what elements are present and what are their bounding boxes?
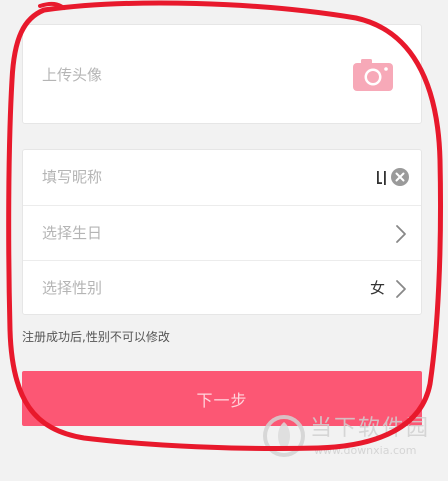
clear-icon[interactable] xyxy=(391,168,409,186)
watermark: 当下软件园 www.downxia.com xyxy=(262,412,446,460)
nickname-field[interactable]: 填写昵称 xyxy=(23,150,421,205)
nickname-placeholder: 填写昵称 xyxy=(42,168,103,186)
watermark-url: www.downxia.com xyxy=(314,444,417,457)
birthday-selector[interactable]: 选择生日 xyxy=(23,205,421,261)
chevron-right-icon xyxy=(396,280,406,298)
profile-form-card: 填写昵称 选择生日 选择性别 女 xyxy=(22,149,422,315)
avatar-upload-label: 上传头像 xyxy=(42,66,103,84)
text-cursor-icon xyxy=(377,171,386,185)
birthday-label: 选择生日 xyxy=(42,224,103,242)
watermark-logo-icon xyxy=(263,415,305,457)
gender-value: 女 xyxy=(369,279,385,297)
gender-label: 选择性别 xyxy=(42,279,103,297)
camera-icon[interactable] xyxy=(353,59,393,91)
chevron-right-icon xyxy=(396,225,406,243)
gender-selector[interactable]: 选择性别 女 xyxy=(23,260,421,316)
avatar-upload-card[interactable]: 上传头像 xyxy=(22,24,422,124)
watermark-title: 当下软件园 xyxy=(310,416,431,441)
gender-change-hint: 注册成功后,性别不可以修改 xyxy=(22,330,170,344)
